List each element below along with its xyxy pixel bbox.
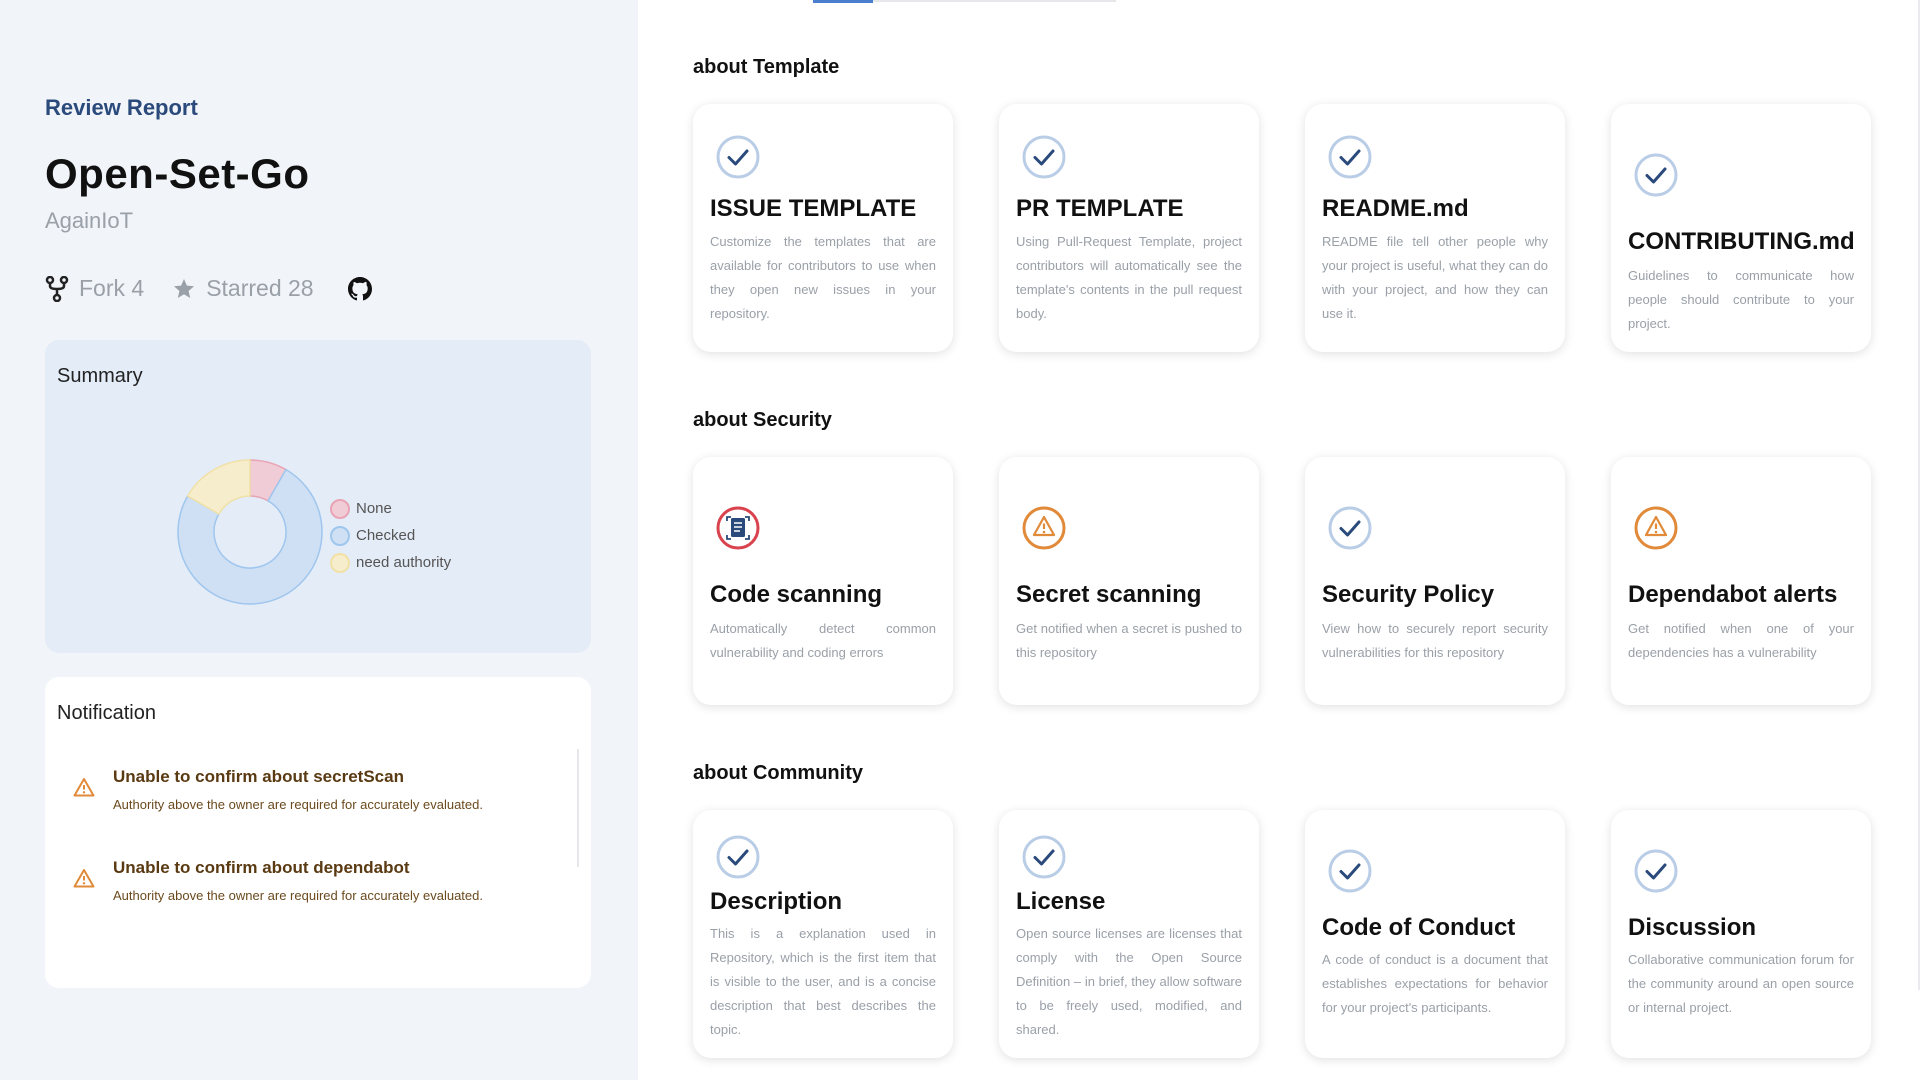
card-title: Description [710, 888, 843, 915]
section-title: about Template [693, 56, 840, 78]
card-code-of-conduct[interactable]: Code of Conduct A code of conduct is a do… [1305, 810, 1565, 1058]
fork-count: Fork 4 [79, 275, 145, 301]
card-description: Collaborative communication forum for th… [1628, 952, 1854, 1015]
warning-icon [73, 778, 95, 797]
warning-icon [73, 869, 95, 888]
notification-title: Notification [57, 702, 156, 724]
legend-label: Checked [356, 527, 416, 544]
repo-name: Open-Set-Go [45, 150, 310, 197]
card-secret-scanning[interactable]: Secret scanning Get notified when a secre… [999, 457, 1259, 705]
card-title: CONTRIBUTING.md [1628, 228, 1855, 255]
card-description: Get notified when a secret is pushed to … [1016, 621, 1242, 660]
github-link[interactable] [347, 276, 372, 301]
github-icon [347, 276, 372, 300]
card-description: A code of conduct is a document that est… [1322, 952, 1548, 1015]
card-title: Code of Conduct [1322, 914, 1516, 941]
card-description: Using Pull-Request Template, project con… [1016, 234, 1242, 321]
card-code-scanning[interactable]: Code scanning Automatically detect common… [693, 457, 953, 705]
card-description[interactable]: Description This is a explanation used in… [693, 810, 953, 1058]
card-pr-template[interactable]: PR TEMPLATE Using Pull-Request Template, … [999, 104, 1259, 352]
star-count: Starred 28 [206, 275, 314, 301]
card-description: This is a explanation used in Repository… [710, 926, 936, 1037]
warning-icon [1022, 506, 1066, 550]
check-icon [1022, 835, 1066, 879]
card-title: Secret scanning [1016, 581, 1202, 608]
card-title: Dependabot alerts [1628, 581, 1838, 608]
notification-card: Notification Unable to confirm about sec… [45, 677, 591, 988]
check-icon [1634, 849, 1678, 893]
card-description: View how to securely report security vul… [1322, 621, 1548, 660]
fork-stat: Fork 4 [45, 275, 144, 302]
legend-item-none[interactable]: None [330, 495, 451, 522]
check-icon [716, 135, 760, 179]
star-stat: Starred 28 [172, 275, 314, 302]
card-title: README.md [1322, 195, 1469, 222]
notification-heading: Unable to confirm about dependabot [113, 858, 410, 877]
notification-scrollbar[interactable] [577, 749, 579, 867]
card-title: Security Policy [1322, 581, 1495, 608]
review-report-label: Review Report [45, 95, 198, 120]
fork-icon [45, 275, 69, 302]
check-icon [716, 835, 760, 879]
repo-owner: AgainIoT [45, 208, 134, 233]
card-title: Discussion [1628, 914, 1757, 941]
card-dependabot-alerts[interactable]: Dependabot alerts Get notified when one o… [1611, 457, 1871, 705]
summary-donut-chart [177, 459, 323, 605]
repo-sidebar: Review Report Open-Set-Go AgainIoT Fork … [0, 0, 638, 1080]
star-icon [174, 278, 195, 298]
notification-heading: Unable to confirm about secretScan [113, 767, 404, 786]
card-title: ISSUE TEMPLATE [710, 195, 917, 222]
section-title: about Community [693, 762, 863, 784]
legend-label: need authority [356, 554, 452, 571]
scan-document-icon [716, 506, 760, 550]
notification-body: Authority above the owner are required f… [113, 797, 483, 812]
card-description: Customize the templates that are availab… [710, 234, 936, 321]
summary-title: Summary [57, 365, 143, 387]
card-discussion[interactable]: Discussion Collaborative communication fo… [1611, 810, 1871, 1058]
card-description: Guidelines to communicate how people sho… [1628, 268, 1854, 331]
card-readme-md[interactable]: README.md README file tell other people w… [1305, 104, 1565, 352]
notification-body: Authority above the owner are required f… [113, 888, 483, 903]
check-icon [1328, 506, 1372, 550]
check-icon [1328, 135, 1372, 179]
card-security-policy[interactable]: Security Policy View how to securely repo… [1305, 457, 1565, 705]
card-license[interactable]: License Open source licenses are licenses… [999, 810, 1259, 1058]
card-description: README file tell other people why your p… [1322, 234, 1548, 321]
card-issue-template[interactable]: ISSUE TEMPLATE Customize the templates th… [693, 104, 953, 352]
check-icon [1022, 135, 1066, 179]
check-icon [1634, 153, 1678, 197]
card-contributing-md[interactable]: CONTRIBUTING.md Guidelines to communicate… [1611, 104, 1871, 352]
legend-label: None [356, 500, 392, 517]
card-title: PR TEMPLATE [1016, 195, 1184, 222]
legend-swatch [330, 525, 350, 546]
card-title: Code scanning [710, 581, 883, 608]
section-title: about Security [693, 409, 832, 431]
legend-swatch [330, 498, 350, 519]
summary-card: Summary None Checked need authority [45, 340, 591, 653]
chart-legend: None Checked need authority [330, 495, 451, 576]
card-description: Automatically detect common vulnerabilit… [710, 621, 936, 660]
warning-icon [1634, 506, 1678, 550]
card-description: Get notified when one of your dependenci… [1628, 621, 1854, 660]
repo-stats: Fork 4 Starred 28 [45, 275, 372, 302]
card-title: License [1016, 888, 1106, 915]
check-icon [1328, 849, 1372, 893]
card-description: Open source licenses are licenses that c… [1016, 926, 1242, 1037]
legend-swatch [330, 552, 350, 573]
legend-item-checked[interactable]: Checked [330, 522, 451, 549]
legend-item-need-authority[interactable]: need authority [330, 549, 451, 576]
tab-active-indicator[interactable] [813, 0, 873, 3]
